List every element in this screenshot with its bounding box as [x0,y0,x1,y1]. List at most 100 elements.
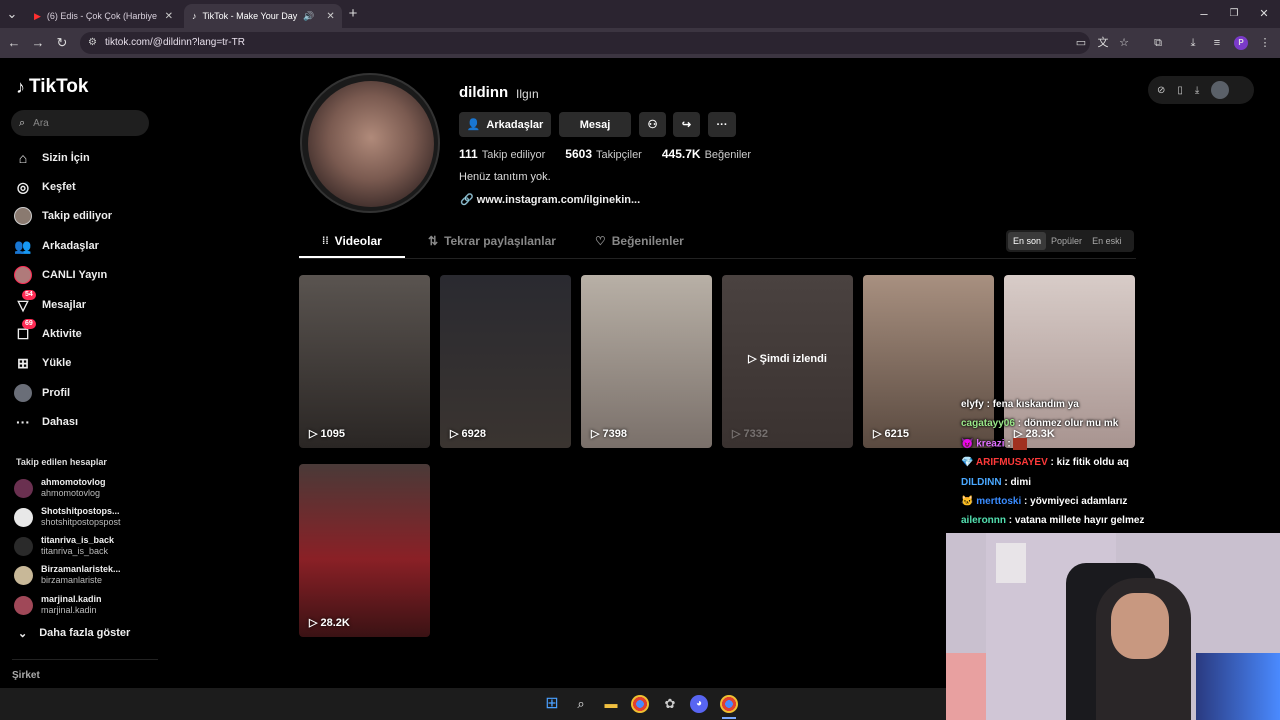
tab-label: Beğenilenler [611,234,684,248]
translate-icon[interactable]: 文 [1096,36,1110,50]
windows-start-icon[interactable]: ⊞ [543,695,561,713]
chrome-icon[interactable] [720,695,738,713]
tab-videos[interactable]: ⁞⁞ Videolar [322,234,382,248]
sidebar-item-friends[interactable]: 👥 Arkadaşlar [14,235,99,257]
followed-account[interactable]: Birzamanlaristek... birzamanlariste [14,563,121,587]
sidebar-item-profile[interactable]: Profil [14,382,70,404]
new-tab-button[interactable]: + [345,6,361,22]
user-avatar[interactable] [1211,81,1230,99]
badge-icon: 💎 [961,457,974,468]
account-handle: titanriva_is_back [41,546,109,556]
sidebar-item-following[interactable]: Takip ediliyor [14,205,112,227]
share-button[interactable]: ↪ [673,112,700,137]
account-name: Birzamanlaristek... [41,564,121,574]
sidebar-item-explore[interactable]: ◎ Keşfet [14,176,76,198]
follow-options-button[interactable]: ⚇ [639,112,666,137]
browser-tab-bar: ⌄ ▶ (6) Edis - Çok Çok (Harbiye Kon ✕ ♪ … [0,0,1280,28]
sidebar-item-messages[interactable]: ▽ 54 Mesajlar [14,290,86,316]
account-name: Shotshitpostops... [41,506,120,516]
sort-popular-button[interactable]: Popüler [1046,232,1087,250]
cast-icon[interactable]: ▭ [1074,36,1088,50]
followed-account[interactable]: ahmomotovlog ahmomotovlog [14,476,106,500]
video-thumbnail[interactable]: ▷ 1095 [299,275,430,448]
tab-liked[interactable]: ♡ Beğenilenler [595,234,684,248]
sidebar-item-for-you[interactable]: ⌂ Sizin İçin [14,147,90,169]
folder-icon[interactable]: ▬ [602,695,620,713]
search-icon[interactable]: ⌕ [572,695,590,713]
sidebar-item-more[interactable]: ··· Dahası [14,411,78,433]
chat-message: 🐱 merttoski : yövmiyeci adamlarız [961,496,1128,507]
sort-latest-button[interactable]: En son [1008,232,1047,250]
sidebar-item-live[interactable]: CANLI Yayın [14,264,107,286]
coin-icon[interactable]: ⊘ [1157,85,1165,96]
message-button[interactable]: Mesaj [559,112,631,137]
following-count: 111 [459,147,478,161]
sidebar-item-activity[interactable]: ☐ 69 Aktivite [14,319,82,345]
avatar [14,595,33,615]
close-icon[interactable]: ✕ [165,11,173,22]
profile-stats: 111 Takip ediliyor 5603 Takipçiler 445.7K B… [459,147,751,161]
sidebar-item-upload[interactable]: ⊞ Yükle [14,352,71,374]
more-options-button[interactable]: ··· [708,112,736,137]
tiktok-note-icon: ♪ [16,76,25,97]
chat-message: 💎 ARIFMUSAYEV : kiz fitik oldu aq [961,457,1129,468]
download-icon[interactable]: ⤓ [1186,36,1200,50]
repost-icon: ⇅ [428,234,439,248]
close-icon[interactable]: ✕ [326,11,334,22]
account-handle: shotshitpostopspost [41,517,121,527]
account-name: ahmomotovlog [41,477,106,487]
search-input[interactable]: ⌕ Ara [11,110,149,136]
reload-button[interactable]: ↻ [54,35,70,51]
followers-count: 5603 [565,147,592,161]
profile-nickname: Ilgın [516,87,539,101]
followed-account[interactable]: marjinal.kadin marjinal.kadin [14,593,102,617]
chrome-icon[interactable] [631,695,649,713]
extensions-icon[interactable]: ⧉ [1151,36,1165,50]
cat-poster [996,543,1026,583]
following-stat[interactable]: 111 Takip ediliyor [459,147,545,161]
grid-icon: ⁞⁞ [322,235,329,247]
show-more-button[interactable]: ⌄ Daha fazla göster [18,627,130,640]
reading-list-icon[interactable]: ≡ [1210,36,1224,50]
avatar [14,536,33,556]
friends-button[interactable]: 👤 Arkadaşlar [459,112,551,137]
window-close-button[interactable]: ✕ [1256,6,1272,22]
sort-oldest-button[interactable]: En eski [1087,232,1127,250]
sidebar-divider [12,659,158,660]
tiktok-logo[interactable]: ♪ TikTok [16,76,88,98]
followers-stat[interactable]: 5603 Takipçiler [565,147,642,161]
site-info-icon[interactable]: ⚙ [88,32,97,54]
home-icon: ⌂ [18,150,28,166]
restore-button[interactable]: ❐ [1226,6,1242,22]
tab-search-icon[interactable]: ⌄ [4,6,20,22]
speaker-icon[interactable]: 🔊 [303,11,314,22]
profile-avatar-button[interactable]: P [1234,36,1248,50]
activity-icon: ☐ 69 [14,319,36,343]
sidebar-item-label: Dahası [42,416,79,428]
followed-account[interactable]: titanriva_is_back titanriva_is_back [14,534,114,558]
back-button[interactable]: ← [6,35,22,51]
phone-icon[interactable]: ▯ [1177,85,1183,96]
bookmark-star-icon[interactable]: ☆ [1117,36,1131,50]
share-icon: ↪ [681,119,692,131]
tab-title: TikTok - Make Your Day [202,11,298,21]
download-app-icon[interactable]: ⤓ [1195,85,1199,96]
app-icon[interactable]: ✿ [661,695,679,713]
discord-icon[interactable]: ◕ [690,695,708,713]
video-thumbnail-watched[interactable]: ▷ Şimdi izlendi ▷ 7332 [722,275,853,448]
sidebar-item-label: Aktivite [42,328,82,340]
footer-company-link[interactable]: Şirket [12,670,40,681]
menu-icon[interactable]: ⋮ [1258,36,1272,50]
video-thumbnail[interactable]: ▷ 6928 [440,275,571,448]
browser-tab-tiktok[interactable]: ♪ TikTok - Make Your Day 🔊 ✕ [184,4,342,28]
address-bar[interactable]: ⚙ tiktok.com/@dildinn?lang=tr-TR [80,32,1090,54]
video-thumbnail[interactable]: ▷ 7398 [581,275,712,448]
forward-button[interactable]: → [30,35,46,51]
profile-link[interactable]: 🔗 www.instagram.com/ilginekin... [460,193,640,206]
activity-badge: 69 [22,319,36,329]
followed-account[interactable]: Shotshitpostops... shotshitpostopspost [14,505,121,529]
minimize-button[interactable]: – [1196,6,1212,22]
browser-tab-youtube[interactable]: ▶ (6) Edis - Çok Çok (Harbiye Kon ✕ [26,4,181,28]
video-thumbnail[interactable]: ▷ 28.2K [299,464,430,637]
tab-reposts[interactable]: ⇅ Tekrar paylaşılanlar [428,234,556,248]
